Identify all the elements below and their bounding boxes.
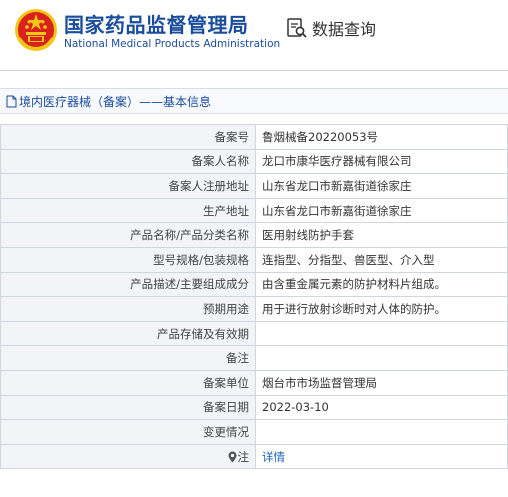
detail-value-text: 连指型、分指型、兽医型、介入型 xyxy=(262,252,435,267)
detail-label: 产品存储及有效期 xyxy=(0,320,256,347)
site-header: 国家药品监督管理局 National Medical Products Admi… xyxy=(0,0,508,71)
document-icon xyxy=(6,95,17,108)
detail-value: 龙口市康华医疗器械有限公司 xyxy=(255,148,508,175)
detail-label-text: 产品描述/主要组成成分 xyxy=(130,277,249,292)
detail-value: 2022-03-10 xyxy=(255,394,508,421)
detail-value-text: 由含重金属元素的防护材料片组成。 xyxy=(262,277,446,292)
breadcrumb: 境内医疗器械（备案）——基本信息 xyxy=(6,93,211,110)
detail-value xyxy=(255,419,508,445)
detail-label: 注 xyxy=(0,443,256,470)
detail-label-text: 产品存储及有效期 xyxy=(157,326,249,341)
detail-row: 产品描述/主要组成成分 由含重金属元素的防护材料片组成。 xyxy=(0,271,508,298)
detail-row: 产品存储及有效期 xyxy=(0,320,508,347)
detail-value-text: 龙口市康华医疗器械有限公司 xyxy=(262,154,412,169)
detail-row: 备案日期 2022-03-10 xyxy=(0,394,508,421)
pin-icon xyxy=(228,451,236,463)
detail-label: 生产地址 xyxy=(0,197,256,224)
detail-row: 备案号 鲁烟械备20220053号 xyxy=(0,124,508,150)
detail-label-text: 备注 xyxy=(226,351,249,366)
detail-label-text: 变更情况 xyxy=(203,424,249,439)
detail-label-text: 注 xyxy=(237,449,250,464)
detail-row: 备案人名称 龙口市康华医疗器械有限公司 xyxy=(0,148,508,175)
detail-label: 备案号 xyxy=(0,124,256,150)
detail-label-text: 备案人注册地址 xyxy=(168,178,250,193)
detail-label-text: 备案单位 xyxy=(203,375,249,390)
detail-value: 山东省龙口市新嘉街道徐家庄 xyxy=(255,197,508,224)
detail-row: 生产地址 山东省龙口市新嘉街道徐家庄 xyxy=(0,197,508,224)
detail-label: 备案人名称 xyxy=(0,148,256,175)
org-name-cn: 国家药品监督管理局 xyxy=(64,13,249,37)
breadcrumb-text: 境内医疗器械（备案）——基本信息 xyxy=(19,95,212,109)
detail-value: 鲁烟械备20220053号 xyxy=(255,124,508,150)
detail-label-text: 型号规格/包装规格 xyxy=(153,252,249,267)
detail-value-text: 山东省龙口市新嘉街道徐家庄 xyxy=(262,178,412,193)
detail-label: 变更情况 xyxy=(0,419,256,445)
data-query-link[interactable]: 数据查询 xyxy=(286,16,376,40)
detail-value: 连指型、分指型、兽医型、介入型 xyxy=(255,246,508,273)
detail-row: 备注 xyxy=(0,345,508,371)
header-divider xyxy=(0,70,508,71)
detail-label: 备案日期 xyxy=(0,394,256,421)
detail-table: 备案号 鲁烟械备20220053号 备案人名称 龙口市康华医疗器械有限公司 备案人注册地… xyxy=(0,124,508,470)
detail-value: 医用射线防护手套 xyxy=(255,222,508,248)
detail-value-text: 烟台市市场监督管理局 xyxy=(262,375,377,390)
detail-value: 由含重金属元素的防护材料片组成。 xyxy=(255,271,508,298)
detail-row: 备案单位 烟台市市场监督管理局 xyxy=(0,369,508,396)
detail-row: 型号规格/包装规格 连指型、分指型、兽医型、介入型 xyxy=(0,246,508,273)
detail-row: 产品名称/产品分类名称 医用射线防护手套 xyxy=(0,222,508,248)
detail-label: 预期用途 xyxy=(0,296,256,322)
detail-label-text: 备案日期 xyxy=(203,400,249,415)
detail-value: 山东省龙口市新嘉街道徐家庄 xyxy=(255,173,508,199)
detail-value-text: 鲁烟械备20220053号 xyxy=(262,129,379,144)
detail-label: 备案人注册地址 xyxy=(0,173,256,199)
detail-value: 用于进行放射诊断时对人体的防护。 xyxy=(255,296,508,322)
document-search-icon xyxy=(287,18,307,38)
detail-value-text: 医用射线防护手套 xyxy=(262,228,354,243)
detail-value: 烟台市市场监督管理局 xyxy=(255,369,508,396)
detail-value xyxy=(255,345,508,371)
detail-label-text: 备案人名称 xyxy=(191,154,250,169)
detail-row: 变更情况 xyxy=(0,419,508,445)
detail-label-text: 备案号 xyxy=(214,129,250,144)
detail-label-text: 预期用途 xyxy=(203,301,249,316)
detail-label-text: 产品名称/产品分类名称 xyxy=(130,228,249,243)
detail-value-text: 山东省龙口市新嘉街道徐家庄 xyxy=(262,203,412,218)
detail-label: 产品名称/产品分类名称 xyxy=(0,222,256,248)
detail-value xyxy=(255,320,508,347)
detail-row: 注详情 xyxy=(0,443,508,470)
detail-label-text: 生产地址 xyxy=(203,203,249,218)
national-emblem-icon xyxy=(15,9,57,51)
breadcrumb-bar: 境内医疗器械（备案）——基本信息 xyxy=(0,88,508,114)
data-query-label: 数据查询 xyxy=(312,20,377,39)
detail-label: 备注 xyxy=(0,345,256,371)
detail-label: 型号规格/包装规格 xyxy=(0,246,256,273)
detail-label: 产品描述/主要组成成分 xyxy=(0,271,256,298)
detail-row: 预期用途 用于进行放射诊断时对人体的防护。 xyxy=(0,296,508,322)
org-name-en: National Medical Products Administration xyxy=(64,38,281,50)
details-link[interactable]: 详情 xyxy=(262,450,285,464)
detail-row: 备案人注册地址 山东省龙口市新嘉街道徐家庄 xyxy=(0,173,508,199)
detail-value: 详情 xyxy=(255,443,508,470)
detail-label: 备案单位 xyxy=(0,369,256,396)
detail-value-text: 2022-03-10 xyxy=(262,400,329,415)
detail-value-text: 用于进行放射诊断时对人体的防护。 xyxy=(262,301,446,316)
